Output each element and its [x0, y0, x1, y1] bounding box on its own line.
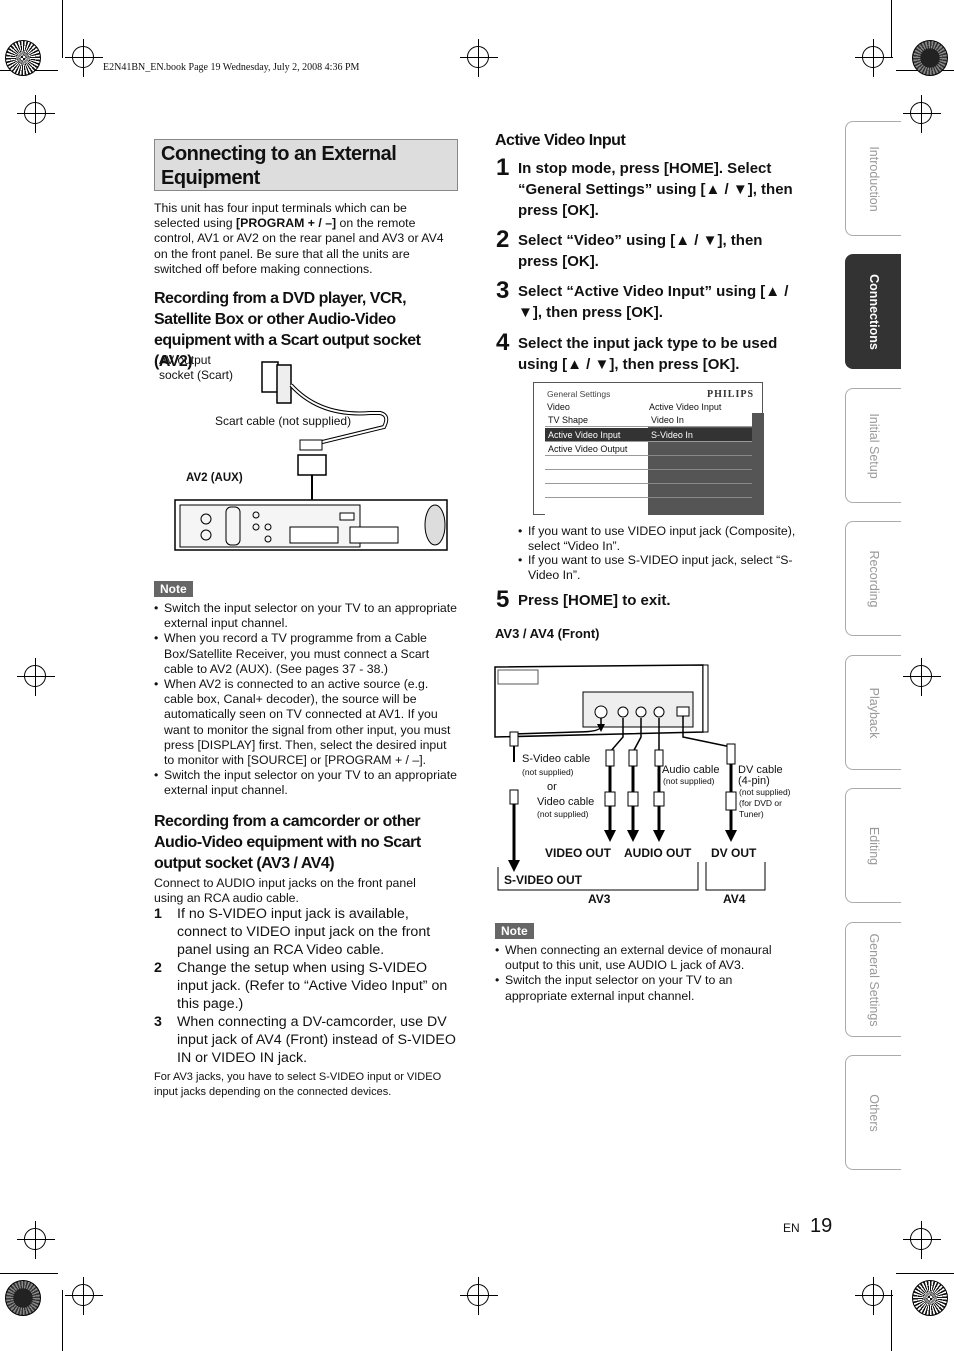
dv-pin-label: (4-pin)	[738, 775, 770, 787]
color-bar-mark-bottom-left	[5, 1280, 41, 1316]
svideo-cable-label: S-Video cable	[522, 753, 591, 765]
tab-label: Introduction	[866, 145, 881, 212]
tab-label: Recording	[866, 550, 881, 607]
heading-av34: Recording from a camcorder or other Audi…	[154, 813, 421, 872]
menu-right-header: Active Video Input	[649, 402, 722, 412]
tab-general-settings[interactable]: General Settings	[845, 922, 901, 1037]
menu-title: General Settings	[547, 389, 611, 399]
note-item: When connecting an external device of mo…	[495, 943, 795, 973]
tab-label: Initial Setup	[866, 412, 881, 479]
step4-bullet: If you want to use VIDEO input jack (Com…	[518, 524, 798, 553]
av34-footnote: For AV3 jacks, you have to select S-VIDE…	[154, 1071, 442, 1098]
intro-paragraph: This unit has four input terminals which…	[154, 201, 444, 276]
settings-menu-screenshot: General Settings PHILIPS Video Active Vi…	[533, 382, 764, 515]
step-number: 3	[496, 277, 510, 304]
dv-note-3: Tuner)	[739, 809, 764, 819]
tab-connections[interactable]: Connections	[845, 254, 901, 369]
or-label: or	[547, 781, 557, 793]
registration-mark	[460, 1277, 498, 1315]
tab-label: General Settings	[866, 932, 881, 1027]
tab-initial-setup[interactable]: Initial Setup	[845, 388, 901, 503]
tab-others[interactable]: Others	[845, 1055, 901, 1170]
list-item-text: When connecting a DV-camcorder, use DV i…	[177, 1014, 456, 1066]
philips-logo: PHILIPS	[707, 389, 755, 400]
menu-option-svideo-in: S-Video In	[648, 428, 752, 442]
registration-mark	[855, 1277, 893, 1315]
registration-mark	[65, 39, 103, 77]
step-number: 4	[496, 329, 510, 356]
av34-intro: Connect to AUDIO input jacks on the fron…	[154, 876, 416, 906]
section-title: Connecting to an External Equipment	[154, 139, 458, 191]
av34-front-label: AV3 / AV4 (Front)	[495, 626, 600, 641]
tab-recording[interactable]: Recording	[845, 521, 901, 636]
tab-introduction[interactable]: Introduction	[845, 121, 901, 236]
video-cable-label: Video cable	[537, 796, 595, 808]
menu-item-tv-shape: TV Shape	[545, 413, 649, 427]
color-bar-mark-bottom-right	[912, 1280, 948, 1316]
list-number: 3	[154, 1014, 162, 1030]
step-text: Select “Video” using [▲ / ▼], then press…	[518, 232, 763, 270]
step-text: Select “Active Video Input” using [▲ / ▼…	[518, 283, 789, 321]
tab-editing[interactable]: Editing	[845, 788, 901, 903]
registration-mark	[65, 1277, 103, 1315]
audio-out-label: AUDIO OUT	[624, 846, 692, 860]
list-item-text: If no S-VIDEO input jack is available, c…	[177, 906, 431, 958]
tab-label: Connections	[866, 273, 881, 350]
list-item-text: Change the setup when using S-VIDEO inpu…	[177, 960, 448, 1012]
tab-label: Others	[866, 1093, 881, 1132]
note-item: When AV2 is connected to an active sourc…	[154, 677, 458, 768]
dv-note-2: (for DVD or	[739, 798, 782, 808]
step-text: Select the input jack type to be used us…	[518, 335, 778, 373]
language-label: EN	[783, 1221, 800, 1235]
note-item: Switch the input selector on your TV to …	[154, 601, 458, 631]
list-number: 1	[154, 906, 162, 922]
note-label-2: Note	[495, 923, 534, 939]
registration-mark	[460, 39, 498, 77]
av4-label: AV4	[723, 892, 746, 906]
step4-bullets: If you want to use VIDEO input jack (Com…	[518, 524, 798, 582]
audio-cable-label: Audio cable	[662, 764, 720, 776]
menu-left-header: Video	[547, 402, 570, 412]
note-item: When you record a TV programme from a Ca…	[154, 631, 458, 677]
tab-playback[interactable]: Playback	[845, 655, 901, 770]
menu-option-video-in: Video In	[648, 413, 752, 427]
dv-out-label: DV OUT	[711, 846, 757, 860]
registration-mark	[855, 39, 893, 77]
scart-diagram-graphic	[174, 361, 448, 551]
list-number: 2	[154, 960, 162, 976]
step-number: 1	[496, 154, 510, 181]
color-bar-mark-top-left	[5, 40, 41, 76]
svideo-out-label: S-VIDEO OUT	[504, 873, 583, 887]
tab-label: Playback	[866, 687, 881, 738]
active-video-input-heading: Active Video Input	[495, 132, 626, 149]
note-item: Switch the input selector on your TV to …	[154, 768, 458, 798]
menu-item-active-video-input: Active Video Input	[545, 428, 649, 442]
note-list-av2: Switch the input selector on your TV to …	[154, 601, 458, 799]
note-label: Note	[154, 581, 193, 597]
tab-label: Editing	[866, 826, 881, 865]
step-number: 5	[496, 586, 510, 613]
registration-mark	[903, 1221, 941, 1259]
registration-mark	[17, 95, 55, 133]
registration-mark	[17, 658, 55, 696]
registration-mark	[17, 1221, 55, 1259]
registration-mark	[903, 95, 941, 133]
svideo-not-supplied: (not supplied)	[522, 767, 574, 777]
av3-label: AV3	[588, 892, 611, 906]
registration-mark	[903, 658, 941, 696]
menu-item-active-video-output: Active Video Output	[545, 442, 649, 456]
step-number: 2	[496, 226, 510, 253]
step-text: In stop mode, press [HOME]. Select “Gene…	[518, 160, 793, 219]
audio-not-supplied: (not supplied)	[663, 776, 715, 786]
step4-bullet: If you want to use S-VIDEO input jack, s…	[518, 553, 798, 582]
color-bar-mark-top-right	[912, 40, 948, 76]
page-number: 19	[810, 1215, 833, 1237]
video-not-supplied: (not supplied)	[537, 809, 589, 819]
note-item: Switch the input selector on your TV to …	[495, 973, 795, 1003]
step-text: Press [HOME] to exit.	[518, 592, 671, 609]
video-out-label: VIDEO OUT	[545, 846, 612, 860]
dv-note-1: (not supplied)	[739, 787, 791, 797]
note-list-front: When connecting an external device of mo…	[495, 943, 795, 1004]
print-header: E2N41BN_EN.book Page 19 Wednesday, July …	[103, 62, 360, 73]
